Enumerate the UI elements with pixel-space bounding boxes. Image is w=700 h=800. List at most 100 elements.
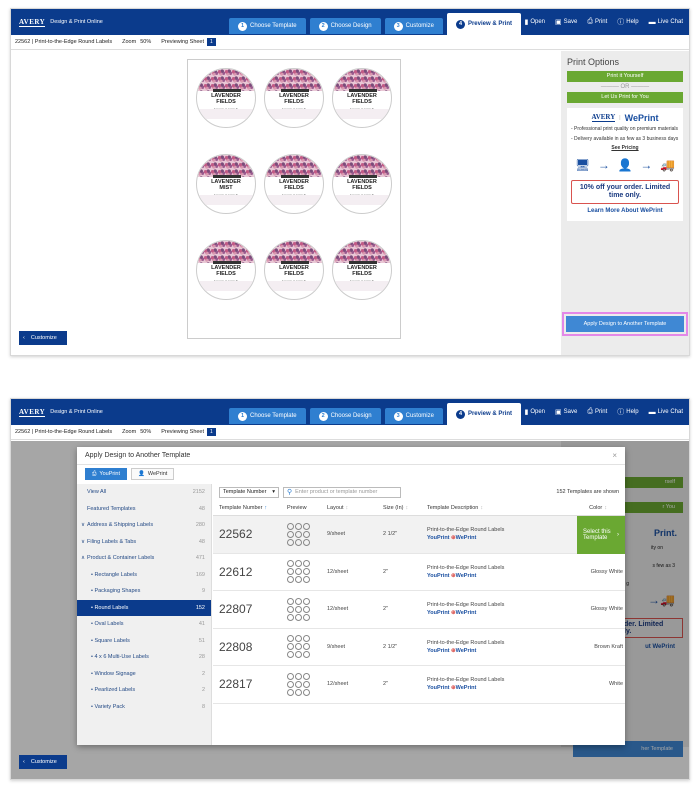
- open-label: Open: [530, 409, 546, 415]
- sidebar-item[interactable]: • Window Signage 2: [77, 666, 211, 683]
- weprint-badge: WePrint: [455, 572, 477, 579]
- label-line2: FIELDS: [216, 270, 236, 277]
- person-icon: 👤: [138, 471, 145, 477]
- label-name: LAVENDER FIELDS: [333, 179, 391, 191]
- live-chat-button[interactable]: ▬ Live Chat: [649, 409, 683, 416]
- sidebar-item-count: 51: [198, 637, 205, 644]
- open-button[interactable]: ▮ Open: [524, 408, 545, 416]
- apply-design-button[interactable]: Apply Design to Another Template: [562, 312, 688, 336]
- sheet-number[interactable]: 1: [207, 428, 216, 436]
- header-layout[interactable]: Layout ↕: [327, 505, 383, 511]
- header-size[interactable]: Size (In) ↕: [383, 505, 427, 511]
- customize-back-button[interactable]: ‹ Customize: [19, 331, 67, 345]
- header-color[interactable]: Color ↕: [531, 505, 627, 511]
- step-number: 3: [393, 411, 403, 421]
- customize-back-button[interactable]: ‹ Customize: [19, 755, 67, 769]
- print-button[interactable]: ⎙ Print: [587, 18, 607, 26]
- header-template-number[interactable]: Template Number ↑: [219, 505, 287, 511]
- tab-weprint[interactable]: 👤 WePrint: [131, 468, 175, 480]
- sheet-selector[interactable]: Previewing Sheet 1: [161, 428, 216, 436]
- preview-canvas: LAVENDERFIELDSSOAP SCRUB LAVENDERFIELDSSO…: [11, 51, 689, 355]
- select-template-button[interactable]: Select this Template ›: [577, 516, 625, 554]
- step-label: Customize: [405, 23, 434, 29]
- tab-choose-template[interactable]: 1 Choose Template: [229, 18, 306, 34]
- search-input[interactable]: ⚲ Enter product or template number: [283, 486, 401, 498]
- print-yourself-button[interactable]: Print it Yourself: [567, 71, 683, 82]
- sort-select[interactable]: Template Number ▾: [219, 486, 279, 498]
- preview-circle: [303, 568, 310, 576]
- sidebar-item[interactable]: • 4 x 6 Multi-Use Labels 28: [77, 649, 211, 666]
- sidebar-label-text: • Packaging Shapes: [91, 588, 141, 595]
- sheet-selector[interactable]: Previewing Sheet 1: [161, 38, 216, 46]
- sidebar-item[interactable]: • Pearlized Labels 2: [77, 682, 211, 699]
- label-preview: LAVENDERFIELDSSOAP SCRUB: [196, 240, 256, 300]
- sort-icon: ↕: [405, 504, 409, 511]
- tab-choose-design[interactable]: 2 Choose Design: [309, 408, 381, 424]
- preview-circle: [295, 672, 302, 680]
- sidebar-item-label: • Rectangle Labels: [91, 572, 137, 578]
- tab-youprint[interactable]: ⎙ YouPrint: [85, 468, 127, 480]
- zoom-label: Zoom: [122, 429, 137, 435]
- tab-preview-print[interactable]: 4 Preview & Print: [446, 403, 521, 425]
- table-row[interactable]: 22612 12/sheet 2" Print-to-the-Edge Round L…: [213, 554, 625, 591]
- preview-circle: [295, 688, 302, 696]
- table-row[interactable]: 22808 9/sheet 2 1/2" Print-to-the-Edge Roun…: [213, 629, 625, 666]
- preview-circle: [295, 613, 302, 621]
- person-icon: 👤: [617, 157, 633, 172]
- sheet-number[interactable]: 1: [207, 38, 216, 46]
- sheet-label: Previewing Sheet: [161, 39, 205, 45]
- help-button[interactable]: ⓘ Help: [617, 17, 638, 27]
- sidebar-item[interactable]: • Packaging Shapes 9: [77, 583, 211, 600]
- tab-choose-design[interactable]: 2 Choose Design: [309, 18, 381, 34]
- label-footer: [333, 109, 391, 119]
- sidebar-item[interactable]: ∨ Address & Shipping Labels 280: [77, 517, 211, 534]
- open-button[interactable]: ▮ Open: [524, 18, 545, 26]
- close-icon[interactable]: ×: [612, 451, 617, 460]
- sidebar-item[interactable]: ∧ Product & Container Labels 471: [77, 550, 211, 567]
- let-us-print-button[interactable]: Let Us Print for You: [567, 92, 683, 103]
- see-pricing-link[interactable]: See Pricing: [571, 145, 679, 152]
- learn-more-link[interactable]: Learn More About WePrint: [571, 208, 679, 215]
- label-band: [349, 175, 377, 178]
- sidebar-item-label: ∧ Product & Container Labels: [81, 555, 154, 561]
- header-description[interactable]: Template Description ↕: [427, 505, 531, 511]
- sort-up-icon: ↑: [264, 504, 268, 511]
- zoom-control[interactable]: Zoom 50%: [122, 429, 151, 435]
- sidebar-item[interactable]: • Oval Labels 41: [77, 616, 211, 633]
- sidebar-item[interactable]: • Rectangle Labels 169: [77, 567, 211, 584]
- save-button[interactable]: ▣ Save: [555, 408, 577, 416]
- template-color: Brown Kraft: [594, 643, 623, 650]
- preview-circle: [303, 576, 310, 584]
- sidebar-label-text: • Variety Pack: [91, 703, 125, 710]
- step-number: 2: [318, 411, 328, 421]
- label-name: LAVENDER FIELDS: [197, 93, 255, 105]
- sidebar-item[interactable]: • Round Labels 152: [77, 599, 211, 616]
- live-chat-button[interactable]: ▬ Live Chat: [649, 19, 683, 26]
- tab-customize[interactable]: 3 Customize: [384, 18, 443, 34]
- sidebar-item[interactable]: ∨ Filing Labels & Tabs 48: [77, 534, 211, 551]
- brand[interactable]: AVERY Design & Print Online: [19, 18, 103, 27]
- sidebar-item[interactable]: • Square Labels 51: [77, 633, 211, 650]
- tab-preview-print[interactable]: 4 Preview & Print: [446, 13, 521, 35]
- help-button[interactable]: ⓘ Help: [617, 407, 638, 417]
- sidebar-item[interactable]: • Variety Pack 8: [77, 699, 211, 716]
- table-row[interactable]: 22817 12/sheet 2" Print-to-the-Edge Round L…: [213, 666, 625, 704]
- sidebar-item-label: • Oval Labels: [91, 621, 124, 627]
- promo-banner[interactable]: 10% off your order. Limited time only.: [571, 180, 679, 204]
- save-icon: ▣: [555, 409, 562, 416]
- preview-circle: [303, 688, 310, 696]
- zoom-control[interactable]: Zoom 50%: [122, 39, 151, 45]
- tab-choose-template[interactable]: 1 Choose Template: [229, 408, 306, 424]
- preview-circle: [287, 651, 294, 659]
- table-row[interactable]: 22562 9/sheet 2 1/2" Print-to-the-Edge Roun…: [213, 516, 625, 554]
- print-button[interactable]: ⎙ Print: [587, 408, 607, 416]
- table-row[interactable]: 22807 12/sheet 2" Print-to-the-Edge Round L…: [213, 591, 625, 629]
- template-title: 22562 | Print-to-the-Edge Round Labels: [15, 429, 113, 435]
- save-button[interactable]: ▣ Save: [555, 18, 577, 26]
- tab-customize[interactable]: 3 Customize: [384, 408, 443, 424]
- label-preview: LAVENDERFIELDSSOAP SCRUB: [196, 68, 256, 128]
- brand[interactable]: AVERY Design & Print Online: [19, 408, 103, 417]
- sidebar-item-label: • Packaging Shapes: [91, 588, 140, 594]
- sidebar-item[interactable]: View All 2152: [77, 484, 211, 501]
- sidebar-item[interactable]: Featured Templates 48: [77, 501, 211, 518]
